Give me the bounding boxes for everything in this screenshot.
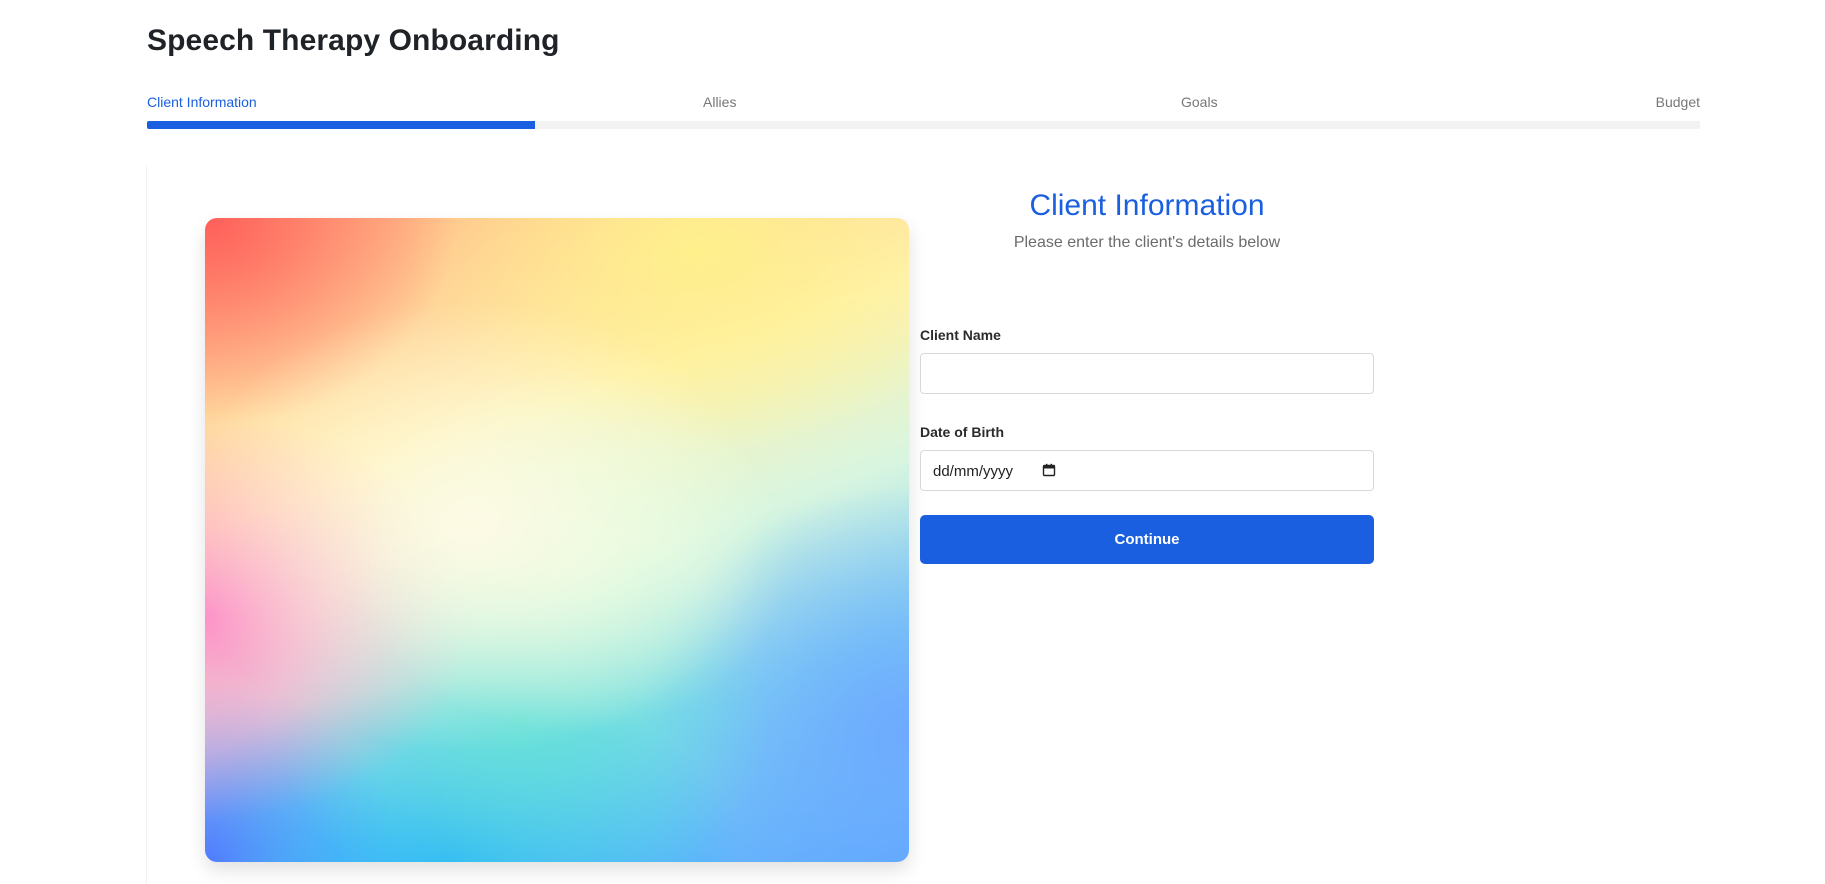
step-budget[interactable]: Budget xyxy=(1656,94,1700,110)
progress-bar-fill xyxy=(147,121,536,129)
date-of-birth-label: Date of Birth xyxy=(920,424,1004,440)
step-allies[interactable]: Allies xyxy=(703,94,736,110)
date-of-birth-placeholder: dd/mm/yyyy xyxy=(933,463,1014,480)
form-header: Client Information Please enter the clie… xyxy=(920,186,1374,252)
step-goals[interactable]: Goals xyxy=(1181,94,1218,110)
calendar-icon[interactable] xyxy=(1042,463,1056,477)
form-subtitle: Please enter the client's details below xyxy=(1013,234,1281,251)
page-title: Speech Therapy Onboarding xyxy=(147,24,560,57)
stepper: Client Information Allies Goals Budget xyxy=(147,94,1700,114)
form-title: Client Information xyxy=(1029,189,1265,222)
client-name-label: Client Name xyxy=(920,327,1001,343)
date-of-birth-input[interactable]: dd/mm/yyyy xyxy=(920,450,1374,491)
hero-gradient-image xyxy=(205,218,909,862)
client-name-input[interactable] xyxy=(920,353,1374,394)
continue-button[interactable]: Continue xyxy=(920,515,1374,564)
step-client-information[interactable]: Client Information xyxy=(147,94,257,110)
progress-bar xyxy=(147,121,1700,129)
onboarding-page: Speech Therapy Onboarding Client Informa… xyxy=(0,0,1825,884)
